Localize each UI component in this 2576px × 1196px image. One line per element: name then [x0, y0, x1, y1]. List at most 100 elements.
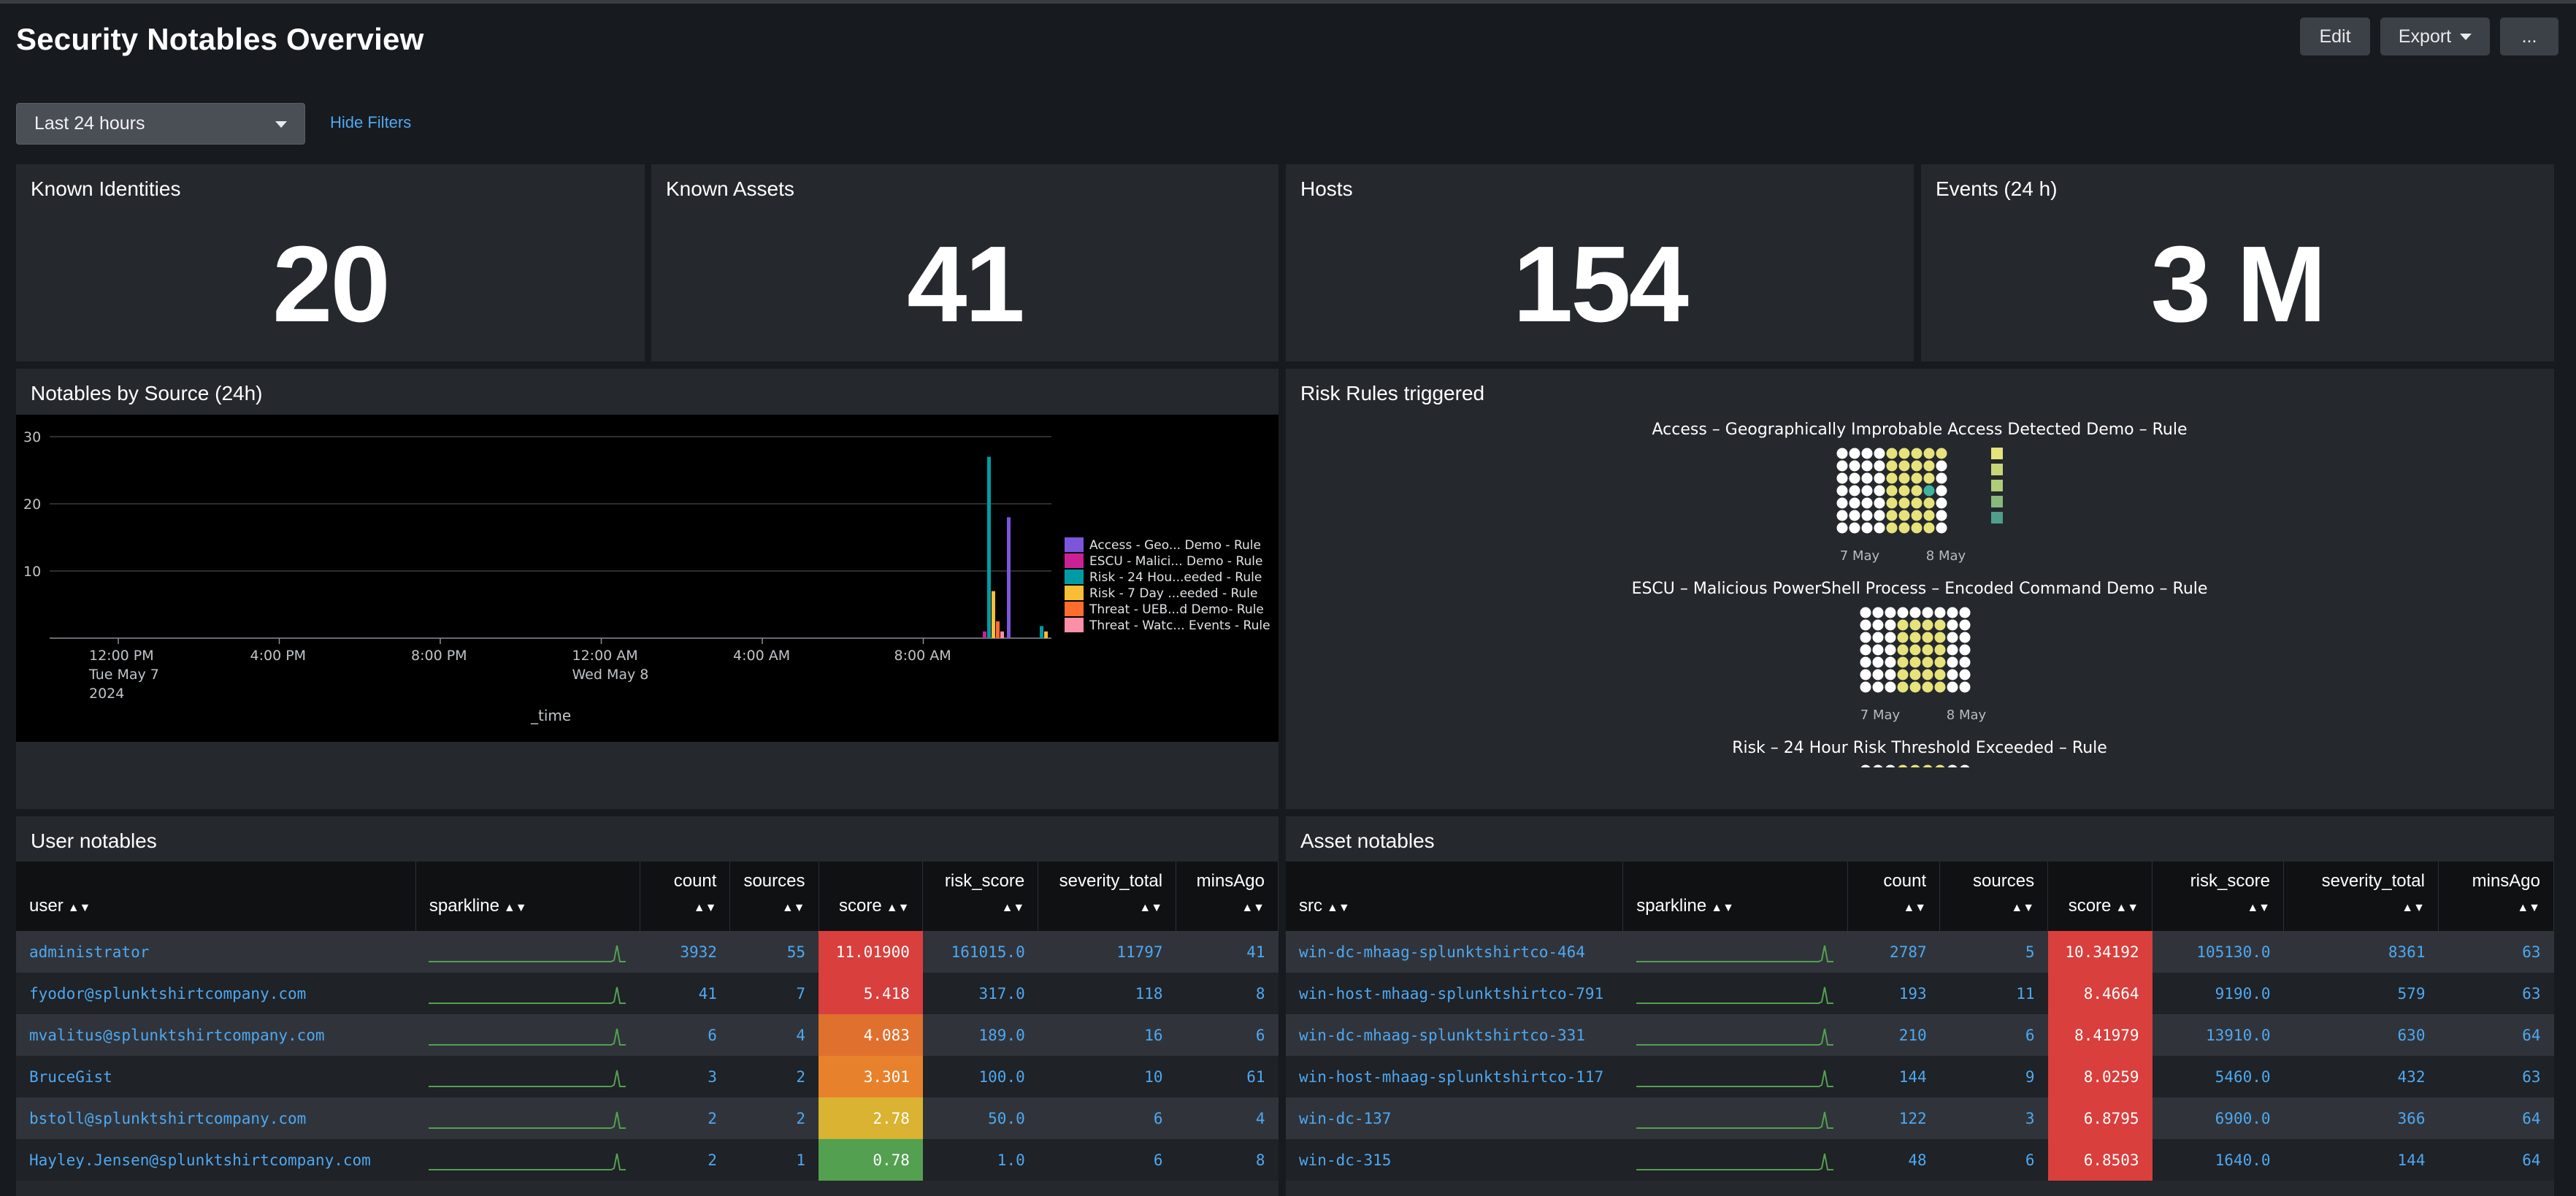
risk-score-cell[interactable]: 100.0 — [922, 1056, 1038, 1097]
score-cell[interactable]: 5.418 — [819, 973, 923, 1014]
notables-by-source-chart[interactable]: 10 20 30 12:00 PM Tue May 7 2024 4:00 PM 8:00 P… — [16, 415, 1279, 742]
col-header-count[interactable]: count ▲▼ — [640, 862, 731, 931]
severity-total-cell[interactable]: 6 — [1038, 1097, 1176, 1139]
col-header-score[interactable]: score ▲▼ — [819, 862, 924, 931]
severity-total-cell[interactable]: 144 — [2283, 1139, 2439, 1181]
src-cell[interactable]: win-dc-137 — [1286, 1097, 1623, 1139]
severity-total-cell[interactable]: 6 — [1038, 1139, 1176, 1181]
count-cell[interactable]: 48 — [1847, 1139, 1940, 1181]
sources-cell[interactable]: 11 — [1939, 973, 2048, 1014]
count-cell[interactable]: 193 — [1847, 973, 1940, 1014]
severity-total-cell[interactable]: 8361 — [2283, 931, 2439, 973]
col-header-count[interactable]: count ▲▼ — [1847, 862, 1941, 931]
user-cell[interactable]: mvalitus@splunktshirtcompany.com — [16, 1014, 416, 1056]
sources-cell[interactable]: 9 — [1939, 1056, 2048, 1097]
mins-ago-cell[interactable]: 64 — [2438, 1097, 2554, 1139]
mins-ago-cell[interactable]: 64 — [2438, 1014, 2554, 1056]
risk-score-cell[interactable]: 161015.0 — [922, 931, 1038, 973]
src-cell[interactable]: win-host-mhaag-splunktshirtco-117 — [1286, 1056, 1623, 1097]
table-row[interactable]: Hayley.Jensen@splunktshirtcompany.com 2 1 0… — [16, 1139, 1279, 1181]
col-header-sparkline[interactable]: sparkline ▲▼ — [415, 862, 640, 931]
sources-cell[interactable]: 2 — [729, 1056, 819, 1097]
risk-score-cell[interactable]: 5460.0 — [2152, 1056, 2284, 1097]
sources-cell[interactable]: 6 — [1939, 1139, 2048, 1181]
risk-score-cell[interactable]: 317.0 — [922, 973, 1038, 1014]
sources-cell[interactable]: 4 — [729, 1014, 819, 1056]
table-row[interactable]: BruceGist 3 2 3.301 100.0 10 61 — [16, 1056, 1279, 1097]
mins-ago-cell[interactable]: 4 — [1176, 1097, 1279, 1139]
count-cell[interactable]: 3932 — [640, 931, 730, 973]
table-row[interactable]: win-dc-mhaag-splunktshirtco-331 210 6 8.419… — [1286, 1014, 2554, 1056]
score-cell[interactable]: 6.8503 — [2047, 1139, 2153, 1181]
user-cell[interactable]: Hayley.Jensen@splunktshirtcompany.com — [16, 1139, 416, 1181]
risk-score-cell[interactable]: 189.0 — [922, 1014, 1038, 1056]
table-row[interactable]: win-host-mhaag-splunktshirtco-791 193 11 8.… — [1286, 973, 2554, 1014]
count-cell[interactable]: 41 — [640, 973, 730, 1014]
table-row[interactable]: win-dc-315 48 6 6.8503 1640.0 144 64 — [1286, 1139, 2554, 1181]
src-cell[interactable]: win-host-mhaag-splunktshirtco-791 — [1286, 973, 1623, 1014]
count-cell[interactable]: 6 — [640, 1014, 730, 1056]
mins-ago-cell[interactable]: 6 — [1176, 1014, 1279, 1056]
export-button[interactable]: Export — [2380, 18, 2490, 55]
mins-ago-cell[interactable]: 63 — [2438, 931, 2554, 973]
score-cell[interactable]: 8.41979 — [2047, 1014, 2153, 1056]
score-cell[interactable]: 11.01900 — [819, 931, 923, 973]
count-cell[interactable]: 144 — [1847, 1056, 1940, 1097]
col-header-severity-total[interactable]: severity_total ▲▼ — [2283, 862, 2439, 931]
severity-total-cell[interactable]: 10 — [1038, 1056, 1176, 1097]
col-header-sparkline[interactable]: sparkline ▲▼ — [1622, 862, 1849, 931]
mins-ago-cell[interactable]: 8 — [1176, 1139, 1279, 1181]
sources-cell[interactable]: 55 — [729, 931, 819, 973]
mins-ago-cell[interactable]: 41 — [1176, 931, 1279, 973]
col-header-sources[interactable]: sources ▲▼ — [1939, 862, 2049, 931]
count-cell[interactable]: 210 — [1847, 1014, 1940, 1056]
mins-ago-cell[interactable]: 64 — [2438, 1139, 2554, 1181]
table-row[interactable]: administrator 3932 55 11.01900 161015.0 11797… — [16, 931, 1279, 973]
risk-score-cell[interactable]: 50.0 — [922, 1097, 1038, 1139]
mins-ago-cell[interactable]: 61 — [1176, 1056, 1279, 1097]
sources-cell[interactable]: 7 — [729, 973, 819, 1014]
risk-score-cell[interactable]: 13910.0 — [2152, 1014, 2284, 1056]
col-header-score[interactable]: score ▲▼ — [2047, 862, 2153, 931]
mins-ago-cell[interactable]: 63 — [2438, 973, 2554, 1014]
src-cell[interactable]: win-dc-mhaag-splunktshirtco-464 — [1286, 931, 1623, 973]
score-cell[interactable]: 2.78 — [819, 1097, 923, 1139]
count-cell[interactable]: 3 — [640, 1056, 730, 1097]
time-range-picker[interactable]: Last 24 hours — [16, 103, 305, 145]
src-cell[interactable]: win-dc-315 — [1286, 1139, 1623, 1181]
hide-filters-link[interactable]: Hide Filters — [330, 113, 411, 132]
col-header-risk-score[interactable]: risk_score ▲▼ — [2152, 862, 2285, 931]
risk-score-cell[interactable]: 1.0 — [922, 1139, 1038, 1181]
score-cell[interactable]: 0.78 — [819, 1139, 923, 1181]
sources-cell[interactable]: 5 — [1939, 931, 2048, 973]
count-cell[interactable]: 2 — [640, 1139, 730, 1181]
risk-score-cell[interactable]: 9190.0 — [2152, 973, 2284, 1014]
severity-total-cell[interactable]: 16 — [1038, 1014, 1176, 1056]
severity-total-cell[interactable]: 579 — [2283, 973, 2439, 1014]
severity-total-cell[interactable]: 118 — [1038, 973, 1176, 1014]
user-cell[interactable]: bstoll@splunktshirtcompany.com — [16, 1097, 416, 1139]
table-row[interactable]: win-dc-mhaag-splunktshirtco-464 2787 5 10.3… — [1286, 931, 2554, 973]
severity-total-cell[interactable]: 630 — [2283, 1014, 2439, 1056]
more-actions-button[interactable]: ... — [2500, 18, 2558, 55]
table-row[interactable]: mvalitus@splunktshirtcompany.com 6 4 4.083 1… — [16, 1014, 1279, 1056]
score-cell[interactable]: 8.4664 — [2047, 973, 2153, 1014]
risk-score-cell[interactable]: 1640.0 — [2152, 1139, 2284, 1181]
count-cell[interactable]: 2787 — [1847, 931, 1940, 973]
sources-cell[interactable]: 1 — [729, 1139, 819, 1181]
user-cell[interactable]: administrator — [16, 931, 416, 973]
mins-ago-cell[interactable]: 63 — [2438, 1056, 2554, 1097]
col-header-src[interactable]: src ▲▼ — [1286, 862, 1624, 931]
col-header-risk-score[interactable]: risk_score ▲▼ — [922, 862, 1039, 931]
count-cell[interactable]: 2 — [640, 1097, 730, 1139]
severity-total-cell[interactable]: 432 — [2283, 1056, 2439, 1097]
score-cell[interactable]: 6.8795 — [2047, 1097, 2153, 1139]
user-cell[interactable]: fyodor@splunktshirtcompany.com — [16, 973, 416, 1014]
edit-button[interactable]: Edit — [2300, 18, 2370, 55]
score-cell[interactable]: 3.301 — [819, 1056, 923, 1097]
sources-cell[interactable]: 6 — [1939, 1014, 2048, 1056]
risk-score-cell[interactable]: 105130.0 — [2152, 931, 2284, 973]
col-header-sources[interactable]: sources ▲▼ — [729, 862, 819, 931]
col-header-mins-ago[interactable]: minsAgo ▲▼ — [2438, 862, 2555, 931]
score-cell[interactable]: 8.0259 — [2047, 1056, 2153, 1097]
